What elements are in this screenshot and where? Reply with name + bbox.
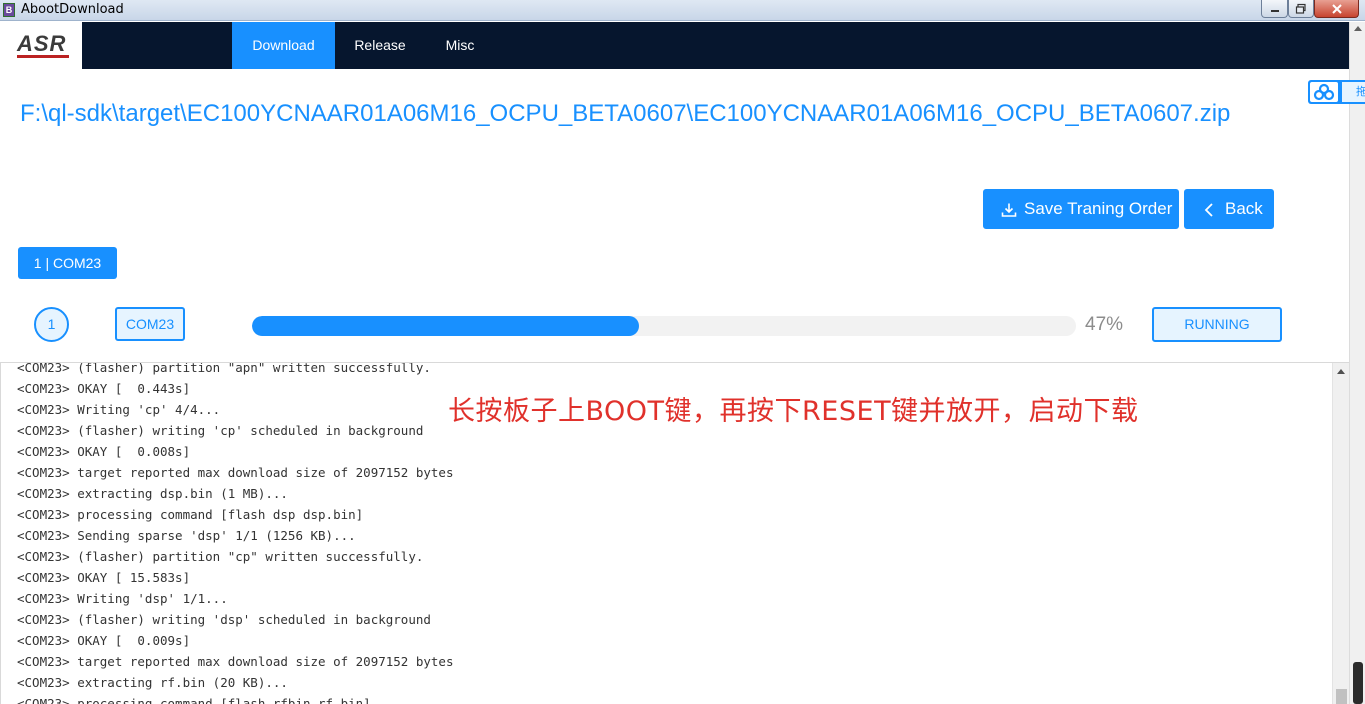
log-lines: <COM23> (flasher) partition "apn" writte… [17, 362, 454, 704]
log-line: <COM23> OKAY [ 0.443s] [17, 381, 191, 396]
log-line: <COM23> processing command [flash rfbin … [17, 696, 371, 704]
log-line: <COM23> (flasher) partition "apn" writte… [17, 362, 431, 375]
top-navbar: ASR Download Release Misc [0, 22, 1349, 69]
minimize-button[interactable] [1261, 0, 1288, 18]
logo-text: ASR [17, 31, 67, 56]
close-button[interactable] [1314, 0, 1359, 18]
chevron-left-icon [1204, 203, 1213, 217]
back-button[interactable]: Back [1184, 189, 1274, 229]
device-tab-com23[interactable]: 1 | COM23 [18, 247, 117, 279]
log-line: <COM23> OKAY [ 15.583s] [17, 570, 191, 585]
port-badge: COM23 [115, 307, 185, 341]
log-line: <COM23> target reported max download siz… [17, 465, 454, 480]
boot-instruction-annotation: 长按板子上BOOT键，再按下RESET键并放开，启动下载 [448, 396, 1139, 427]
app-window: B AbootDownload ASR Download Release Mis… [0, 0, 1365, 704]
log-line: <COM23> Sending sparse 'dsp' 1/1 (1256 K… [17, 528, 356, 543]
log-line: <COM23> extracting dsp.bin (1 MB)... [17, 486, 288, 501]
log-line: <COM23> Writing 'dsp' 1/1... [17, 591, 228, 606]
scroll-up-icon[interactable] [1354, 26, 1362, 31]
log-line: <COM23> (flasher) writing 'cp' scheduled… [17, 423, 424, 438]
log-line: <COM23> target reported max download siz… [17, 654, 454, 669]
maximize-button[interactable] [1288, 0, 1314, 18]
minimize-icon [1270, 10, 1279, 12]
log-line: <COM23> OKAY [ 0.009s] [17, 633, 191, 648]
back-button-label: Back [1225, 199, 1263, 218]
window-title: AbootDownload [21, 2, 124, 17]
page-scroll-thumb[interactable] [1353, 662, 1363, 704]
log-scroll-thumb[interactable] [1336, 689, 1347, 704]
log-scroll-up-icon[interactable] [1337, 369, 1345, 374]
save-button-label: Save Traning Order [1024, 199, 1173, 218]
page-scrollbar[interactable] [1349, 22, 1365, 704]
maximize-icon [1295, 3, 1306, 14]
tab-release[interactable]: Release [340, 22, 420, 69]
log-line: <COM23> (flasher) writing 'dsp' schedule… [17, 612, 431, 627]
close-icon [1331, 4, 1342, 14]
side-widget-label: 拖 [1342, 82, 1365, 102]
log-scrollbar[interactable] [1332, 363, 1349, 704]
log-line: <COM23> OKAY [ 0.008s] [17, 444, 191, 459]
download-progress-fill [252, 316, 640, 336]
firmware-file-path: F:\ql-sdk\target\EC100YCNAAR01A06M16_OCP… [20, 100, 1231, 127]
progress-percent: 47% [1085, 314, 1124, 335]
log-line: <COM23> processing command [flash dsp ds… [17, 507, 364, 522]
status-badge: RUNNING [1152, 307, 1282, 342]
device-index-badge: 1 [34, 307, 69, 342]
log-line: <COM23> Writing 'cp' 4/4... [17, 402, 221, 417]
app-icon: B [3, 3, 15, 17]
download-progress-bar [252, 316, 1076, 336]
download-icon [1001, 203, 1017, 217]
log-line: <COM23> extracting rf.bin (20 KB)... [17, 675, 288, 690]
log-line: <COM23> (flasher) partition "cp" written… [17, 549, 424, 564]
window-titlebar[interactable]: B AbootDownload [0, 0, 1365, 21]
tab-misc[interactable]: Misc [430, 22, 490, 69]
tab-download[interactable]: Download [232, 22, 335, 69]
brand-logo: ASR [0, 22, 82, 69]
save-training-order-button[interactable]: Save Traning Order [983, 189, 1179, 229]
logo-underline [17, 55, 69, 58]
